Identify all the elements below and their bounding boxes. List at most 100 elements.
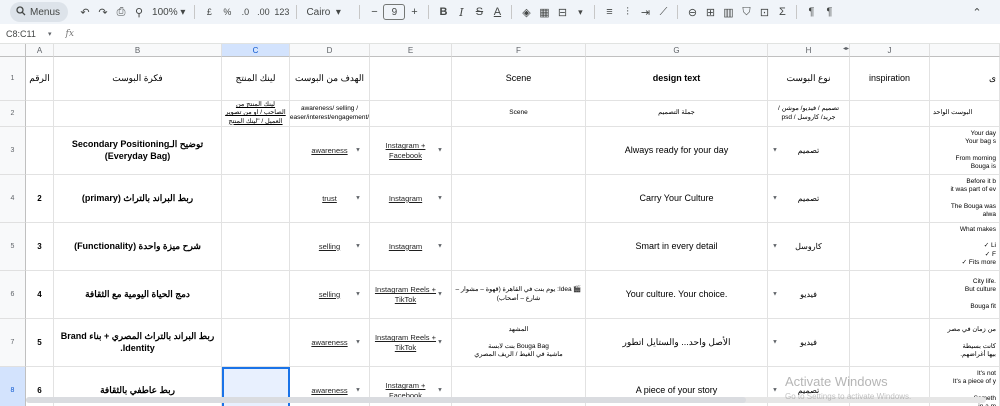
paint-format-icon[interactable]: ⚲ — [130, 2, 148, 22]
cell-d2[interactable]: awareness/ selling / teaser/interest/eng… — [290, 101, 370, 127]
fill-color-icon[interactable]: ◈ — [517, 2, 535, 22]
redo-icon[interactable]: ↷ — [94, 2, 112, 22]
cell-k7[interactable]: من زمان في مصر كانت بسيطة بيها أغراضهم. — [930, 319, 1000, 367]
cell-j3[interactable] — [850, 127, 930, 175]
column-header-j[interactable]: J — [850, 44, 930, 57]
cell-g6[interactable]: Your culture. Your choice. — [586, 271, 768, 319]
merge-cells-icon[interactable]: ⊟ — [553, 2, 571, 22]
collapse-toolbar-icon[interactable]: ⌃ — [968, 2, 986, 22]
cell-k2[interactable]: البوست الواحد — [930, 101, 1000, 127]
chevron-down-icon[interactable]: ▼ — [772, 195, 778, 203]
cell-d4[interactable]: trust ▼ — [290, 175, 370, 223]
chevron-down-icon[interactable]: ▼ — [355, 147, 361, 155]
cell-e1[interactable] — [370, 57, 452, 101]
cell-f2[interactable]: Scene — [452, 101, 586, 127]
cell-e7[interactable]: Instagram Reels + TikTok ▼ — [370, 319, 452, 367]
name-box[interactable]: C8:C11 — [0, 29, 48, 39]
column-header-d[interactable]: D — [290, 44, 370, 57]
cell-h7[interactable]: ▼ فيديو — [768, 319, 850, 367]
cell-f1[interactable]: Scene — [452, 57, 586, 101]
cell-b6[interactable]: دمج الحياة اليومية مع الثقافة — [54, 271, 222, 319]
row-header-6[interactable]: 6 — [0, 271, 26, 319]
cell-h1[interactable]: نوع البوست — [768, 57, 850, 101]
column-header-e[interactable]: E — [370, 44, 452, 57]
cell-h4[interactable]: ▼ تصميم — [768, 175, 850, 223]
chevron-down-icon[interactable]: ▼ — [437, 195, 443, 203]
rtl-direction-icon[interactable]: ¶ — [820, 2, 838, 22]
row-header-7[interactable]: 7 — [0, 319, 26, 367]
cell-a6[interactable]: 4 — [26, 271, 54, 319]
cell-e3[interactable]: Instagram + Facebook ▼ — [370, 127, 452, 175]
insert-link-icon[interactable]: ⊖ — [683, 2, 701, 22]
font-size-increase-button[interactable]: + — [405, 2, 423, 22]
cell-c4[interactable] — [222, 175, 290, 223]
cell-a1[interactable]: الرقم — [26, 57, 54, 101]
cell-j1[interactable]: inspiration — [850, 57, 930, 101]
cell-k3[interactable]: Your day Your bag s From morning Bouga i… — [930, 127, 1000, 175]
chevron-down-icon[interactable]: ▼ — [355, 195, 361, 203]
cell-h5[interactable]: ▼ كاروسل — [768, 223, 850, 271]
undo-icon[interactable]: ↶ — [76, 2, 94, 22]
chevron-down-icon[interactable]: ▼ — [437, 147, 443, 155]
menus-button[interactable]: Menus — [10, 2, 69, 22]
cell-k6[interactable]: City life. But culture Bouga fit — [930, 271, 1000, 319]
insert-comment-icon[interactable]: ⊞ — [701, 2, 719, 22]
sheet-grid[interactable]: A B C D E F G H J ◂▸ 1 2 3 4 5 6 7 8 الر… — [0, 44, 1000, 406]
cell-k4[interactable]: Before it b it was part of ev The Bouga … — [930, 175, 1000, 223]
cell-b1[interactable]: فكرة البوست — [54, 57, 222, 101]
cell-c6[interactable] — [222, 271, 290, 319]
cell-b3[interactable]: توضيح الـSecondary Positioning (Everyday… — [54, 127, 222, 175]
cell-f5[interactable] — [452, 223, 586, 271]
filter-views-icon[interactable]: ⊡ — [755, 2, 773, 22]
cell-j4[interactable] — [850, 175, 930, 223]
text-wrap-icon[interactable]: ⇥ — [636, 2, 654, 22]
column-header-b[interactable]: B — [54, 44, 222, 57]
increase-decimal-button[interactable]: .00 — [254, 2, 272, 22]
italic-icon[interactable]: I — [452, 2, 470, 22]
insert-chart-icon[interactable]: ▥ — [719, 2, 737, 22]
name-box-dropdown-icon[interactable]: ▾ — [48, 30, 52, 38]
chevron-down-icon[interactable]: ▼ — [772, 243, 778, 251]
cell-c3[interactable] — [222, 127, 290, 175]
align-vertical-icon[interactable]: ⫶ — [618, 2, 636, 22]
borders-icon[interactable]: ▦ — [535, 2, 553, 22]
cell-h2[interactable]: تصميم / فيديو/ موشن / جريد/ كاروسل / psd — [768, 101, 850, 127]
cell-g1[interactable]: design text — [586, 57, 768, 101]
percent-format-button[interactable]: % — [218, 2, 236, 22]
column-header-a[interactable]: A — [26, 44, 54, 57]
column-header-c[interactable]: C — [222, 44, 290, 57]
decrease-decimal-button[interactable]: .0 — [236, 2, 254, 22]
chevron-down-icon[interactable]: ▼ — [437, 291, 443, 299]
strikethrough-icon[interactable]: S — [470, 2, 488, 22]
cell-g3[interactable]: Always ready for your day — [586, 127, 768, 175]
column-header-f[interactable]: F — [452, 44, 586, 57]
column-header-g[interactable]: G — [586, 44, 768, 57]
cell-b2[interactable] — [54, 101, 222, 127]
cell-a5[interactable]: 3 — [26, 223, 54, 271]
font-size-decrease-button[interactable]: − — [365, 2, 383, 22]
chevron-down-icon[interactable]: ▼ — [772, 147, 778, 155]
scrollbar-thumb[interactable] — [26, 397, 746, 403]
cell-f6[interactable]: 🎬 Idea: يوم بنت في القاهرة (قهوة – مشوار… — [452, 271, 586, 319]
column-header-next[interactable] — [930, 44, 1000, 57]
number-format-button[interactable]: 123 — [272, 2, 291, 22]
text-color-icon[interactable]: A — [488, 2, 506, 22]
cell-a2[interactable] — [26, 101, 54, 127]
column-header-h[interactable]: H — [768, 44, 850, 57]
cell-j2[interactable] — [850, 101, 930, 127]
cell-e4[interactable]: Instagram ▼ — [370, 175, 452, 223]
row-header-8[interactable]: 8 — [0, 367, 26, 406]
cell-c2[interactable]: لينك المنتج من الصاحب / او من تصوير العم… — [222, 101, 290, 127]
hidden-column-arrows-icon[interactable]: ◂▸ — [843, 45, 849, 52]
chevron-down-icon[interactable]: ▼ — [772, 291, 778, 299]
cell-c7[interactable] — [222, 319, 290, 367]
chevron-down-icon[interactable]: ▼ — [772, 339, 778, 347]
cell-e5[interactable]: Instagram ▼ — [370, 223, 452, 271]
cell-a7[interactable]: 5 — [26, 319, 54, 367]
cell-b7[interactable]: ربط البراند بالتراث المصري + بناء Brand … — [54, 319, 222, 367]
cell-d5[interactable]: selling ▼ — [290, 223, 370, 271]
cell-f4[interactable] — [452, 175, 586, 223]
font-select[interactable]: Cairo ▾ — [302, 2, 354, 22]
cell-h3[interactable]: ▼ تصميم — [768, 127, 850, 175]
cell-d1[interactable]: الهدف من البوست — [290, 57, 370, 101]
